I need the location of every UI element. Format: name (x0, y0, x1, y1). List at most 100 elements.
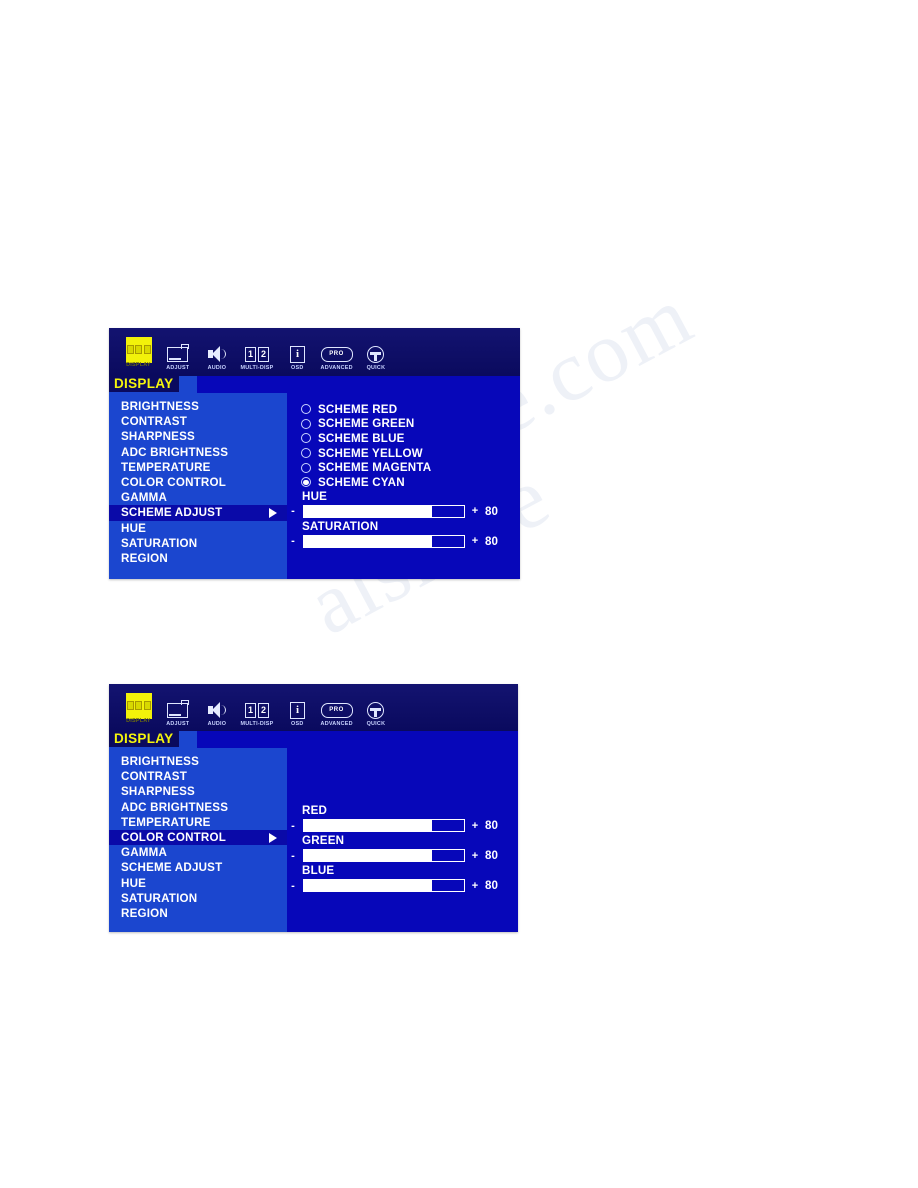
radio-option-label: SCHEME BLUE (318, 431, 405, 445)
increase-button[interactable]: + (471, 535, 479, 547)
info-icon: i (290, 344, 305, 364)
menu-item-adc-brightness[interactable]: ADC BRIGHTNESS (109, 800, 287, 815)
menu-item-temperature[interactable]: TEMPERATURE (109, 460, 287, 475)
menu-item-color-control[interactable]: COLOR CONTROL (109, 829, 287, 846)
slider-value-blue: 80 (485, 879, 498, 892)
menu-item-label: SATURATION (121, 891, 198, 905)
decrease-button[interactable]: - (289, 880, 297, 892)
osd-toolbar: DISPLAY ADJUST AUDIO 1 2 MULTI-DISP i OSD PRO ADV… (122, 692, 392, 730)
slider-track-saturation[interactable] (303, 534, 465, 548)
increase-button[interactable]: + (471, 820, 479, 832)
display-icon-bar (126, 345, 134, 354)
radio-option-scheme-green[interactable]: SCHEME GREEN (301, 417, 520, 432)
menu-item-region[interactable]: REGION (109, 906, 287, 921)
radio-option-label: SCHEME RED (318, 402, 398, 416)
radio-option-scheme-blue[interactable]: SCHEME BLUE (301, 431, 520, 446)
toolbar-item-multi-disp[interactable]: 1 2 MULTI-DISP (239, 700, 275, 730)
toolbar-item-display[interactable]: DISPLAY (122, 692, 155, 730)
toolbar-item-label: MULTI-DISP (240, 364, 274, 371)
menu-item-label: COLOR CONTROL (121, 476, 227, 490)
menu-item-sharpness[interactable]: SHARPNESS (109, 784, 287, 799)
menu-item-scheme-adjust[interactable]: SCHEME ADJUST (109, 505, 287, 521)
toolbar-item-osd[interactable]: i OSD (281, 700, 314, 730)
decrease-button[interactable]: - (289, 535, 297, 547)
display-icon-bars (126, 345, 151, 354)
toolbar-item-audio[interactable]: AUDIO (200, 344, 233, 374)
toolbar-item-quick[interactable]: QUICK (359, 700, 392, 730)
decrease-button[interactable]: - (289, 850, 297, 862)
increase-button[interactable]: + (471, 850, 479, 862)
radio-option-scheme-yellow[interactable]: SCHEME YELLOW (301, 446, 520, 461)
menu-item-saturation[interactable]: SATURATION (109, 891, 287, 906)
active-tab-label: DISPLAY (109, 730, 180, 747)
radio-button-icon (301, 477, 311, 488)
radio-option-scheme-red[interactable]: SCHEME RED (301, 402, 520, 417)
toolbar-item-label: ADJUST (165, 720, 190, 727)
menu-item-contrast[interactable]: CONTRAST (109, 414, 287, 429)
menu-item-brightness[interactable]: BRIGHTNESS (109, 399, 287, 414)
toolbar-item-quick[interactable]: QUICK (359, 344, 392, 374)
quick-icon-stem (374, 709, 377, 717)
toolbar-item-label: ADVANCED (320, 720, 353, 727)
toolbar-item-advanced[interactable]: PRO ADVANCED (320, 700, 353, 730)
toolbar-item-display[interactable]: DISPLAY (122, 336, 155, 374)
menu-item-temperature[interactable]: TEMPERATURE (109, 815, 287, 830)
slider-track-blue[interactable] (303, 879, 465, 892)
toolbar-item-multi-disp[interactable]: 1 2 MULTI-DISP (239, 344, 275, 374)
menu-item-hue[interactable]: HUE (109, 876, 287, 891)
toolbar-item-advanced[interactable]: PRO ADVANCED (320, 344, 353, 374)
toolbar-item-adjust[interactable]: ADJUST (161, 699, 194, 730)
osd-menu-list: BRIGHTNESS CONTRAST SHARPNESS ADC BRIGHTNES… (109, 393, 287, 579)
toolbar-item-osd[interactable]: i OSD (281, 344, 314, 374)
menu-item-gamma[interactable]: GAMMA (109, 845, 287, 860)
osd-body: BRIGHTNESS CONTRAST SHARPNESS ADC BRIGHTNES… (109, 393, 520, 579)
osd-header: DISPLAY ADJUST AUDIO 1 2 MULTI-DISP i OSD PRO ADV… (109, 328, 520, 392)
radio-button-icon (301, 404, 311, 415)
slider-value-saturation: 80 (485, 534, 498, 548)
active-tab-label: DISPLAY (109, 375, 180, 392)
info-icon-shape: i (290, 345, 305, 363)
osd-detail-panel: SCHEME RED SCHEME GREEN SCHEME BLUE SCHEME … (287, 393, 520, 579)
osd-panel-scheme-adjust: DISPLAY ADJUST AUDIO 1 2 MULTI-DISP i OSD PRO ADV… (109, 328, 520, 579)
scheme-radio-group: SCHEME RED SCHEME GREEN SCHEME BLUE SCHEME … (287, 401, 520, 490)
multi-display-box-2: 2 (258, 702, 269, 718)
menu-item-adc-brightness[interactable]: ADC BRIGHTNESS (109, 445, 287, 460)
display-icon (125, 692, 152, 719)
toolbar-item-audio[interactable]: AUDIO (200, 700, 233, 730)
toolbar-item-adjust[interactable]: ADJUST (161, 343, 194, 374)
multi-display-box-1: 1 (245, 346, 256, 362)
menu-item-label: BRIGHTNESS (121, 755, 200, 769)
display-icon (125, 336, 152, 363)
slider-track-hue[interactable] (303, 504, 465, 518)
decrease-button[interactable]: - (289, 820, 297, 832)
toolbar-item-label: DISPLAY (126, 361, 151, 368)
slider-value-green: 80 (485, 849, 498, 862)
slider-track-green[interactable] (303, 849, 465, 862)
radio-option-scheme-magenta[interactable]: SCHEME MAGENTA (301, 460, 520, 475)
slider-track-red[interactable] (303, 819, 465, 832)
menu-item-color-control[interactable]: COLOR CONTROL (109, 475, 287, 490)
menu-item-scheme-adjust[interactable]: SCHEME ADJUST (109, 860, 287, 875)
info-icon: i (290, 700, 305, 720)
increase-button[interactable]: + (471, 505, 479, 517)
multi-display-icon-shape: 12 (245, 346, 269, 362)
menu-item-saturation[interactable]: SATURATION (109, 536, 287, 551)
menu-item-contrast[interactable]: CONTRAST (109, 769, 287, 784)
radio-button-icon (301, 433, 311, 444)
slider-label-saturation: SATURATION (302, 519, 379, 533)
radio-option-scheme-cyan[interactable]: SCHEME CYAN (301, 475, 520, 490)
quick-icon (367, 344, 384, 364)
menu-item-gamma[interactable]: GAMMA (109, 490, 287, 505)
osd-header: DISPLAY ADJUST AUDIO 1 2 MULTI-DISP i OSD PRO ADV… (109, 684, 518, 747)
menu-item-hue[interactable]: HUE (109, 521, 287, 536)
menu-item-label: CONTRAST (121, 770, 188, 784)
menu-item-label: SHARPNESS (121, 785, 195, 799)
tab-strip-fill (197, 731, 518, 748)
quick-icon-shape (367, 345, 384, 363)
decrease-button[interactable]: - (289, 505, 297, 517)
increase-button[interactable]: + (471, 880, 479, 892)
slider-label-green: GREEN (302, 834, 345, 847)
menu-item-sharpness[interactable]: SHARPNESS (109, 429, 287, 444)
menu-item-brightness[interactable]: BRIGHTNESS (109, 754, 287, 769)
menu-item-region[interactable]: REGION (109, 551, 287, 566)
